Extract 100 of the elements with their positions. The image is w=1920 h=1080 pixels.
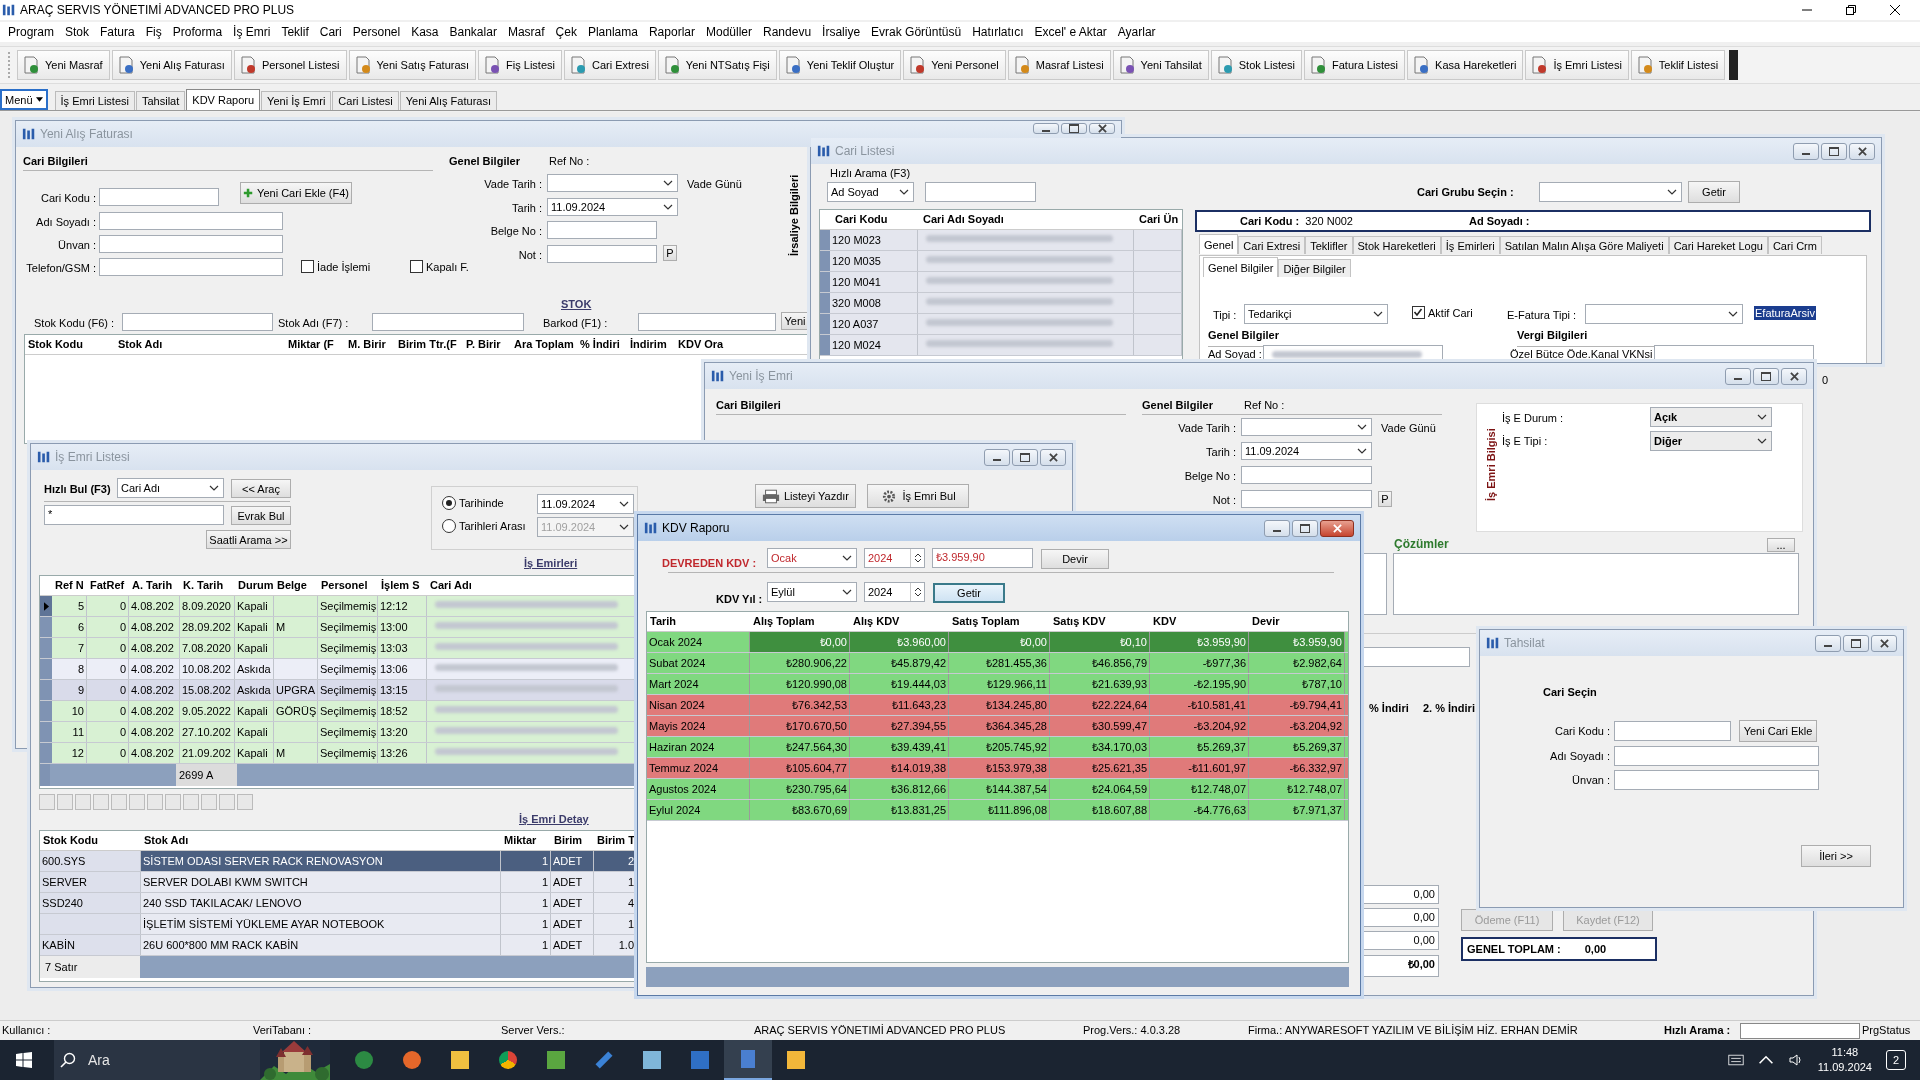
keyboard-icon[interactable]: [1727, 1053, 1744, 1067]
toolbar-button[interactable]: İş Emri Listesi: [1525, 50, 1629, 80]
column-header[interactable]: Ref N: [52, 576, 87, 595]
menu-item[interactable]: Raporlar: [644, 24, 702, 40]
button[interactable]: Evrak Bul: [231, 506, 291, 525]
minimize-button[interactable]: [1033, 123, 1059, 134]
menu-item[interactable]: Randevu: [759, 24, 819, 40]
restore-icon[interactable]: [1846, 5, 1856, 15]
close-button[interactable]: [1040, 448, 1066, 466]
dropdown[interactable]: [1585, 304, 1743, 324]
tab[interactable]: Cari Extresi: [1238, 236, 1306, 254]
spin-field[interactable]: 2024: [864, 582, 925, 602]
tab[interactable]: Tahsilat: [136, 91, 186, 110]
table-row[interactable]: 6 0 4.08.202 28.09.202 Kapali M Seçilmemiş 13:00: [40, 617, 637, 638]
input-field[interactable]: [1241, 466, 1372, 484]
column-header[interactable]: İndirim: [627, 335, 675, 354]
dropdown[interactable]: Açık: [1650, 407, 1772, 427]
checkbox[interactable]: Aktif Cari: [1412, 306, 1473, 319]
notification-badge[interactable]: 2: [1886, 1050, 1906, 1070]
input-field[interactable]: [99, 188, 219, 206]
navigator-button[interactable]: [201, 794, 217, 810]
column-header[interactable]: Stok Kodu: [25, 335, 115, 354]
table-row[interactable]: SERVER SERVER DOLABI KWM SWITCH 1 ADET 1: [40, 872, 637, 893]
column-header[interactable]: Cari Kodu: [832, 210, 920, 229]
button[interactable]: Getir: [1688, 181, 1740, 203]
dropdown[interactable]: 11.09.2024: [547, 198, 678, 216]
table-row[interactable]: Haziran 2024 ₺247.564,30 ₺39.439,41 ₺205.745,92 ₺34.170,03 ₺5.269,37 ₺5.269,37: [647, 737, 1348, 758]
minimize-button[interactable]: [1793, 142, 1819, 160]
spin-arrows-icon[interactable]: [913, 587, 922, 597]
table-row[interactable]: 11 0 4.08.202 27.10.202 Kapali Seçilmemiş 13:20: [40, 722, 637, 743]
column-header[interactable]: Satış Toplam: [949, 612, 1050, 631]
input-field[interactable]: [925, 182, 1036, 202]
close-button[interactable]: [1849, 142, 1875, 160]
tab[interactable]: Cari Hareket Logu: [1668, 236, 1768, 254]
menu-item[interactable]: Masraf: [503, 24, 552, 40]
speaker-icon[interactable]: [1787, 1053, 1804, 1067]
table-row[interactable]: 600.SYS SİSTEM ODASI SERVER RACK RENOVASYON 1 ADET 2: [40, 851, 637, 872]
navigator-button[interactable]: [57, 794, 73, 810]
dropdown[interactable]: [547, 174, 678, 192]
tab[interactable]: Genel Bilgiler: [1203, 257, 1279, 277]
toolbar-button[interactable]: Teklif Listesi: [1630, 50, 1726, 80]
toolbar-button[interactable]: Yeni NTSatış Fişi: [657, 50, 777, 80]
menu-item[interactable]: Fiş: [141, 24, 169, 40]
table-row[interactable]: 8 0 4.08.202 10.08.202 Askıda Seçilmemiş 13:06: [40, 659, 637, 680]
toolbar-button[interactable]: Yeni Personel: [903, 50, 1006, 80]
dropdown[interactable]: Diğer: [1650, 431, 1772, 451]
column-header[interactable]: KDV Ora: [675, 335, 727, 354]
spin-field[interactable]: 2024: [864, 548, 925, 568]
input-field[interactable]: [1614, 770, 1819, 790]
input-field[interactable]: [372, 313, 524, 331]
column-header[interactable]: Birim: [551, 831, 594, 850]
dropdown[interactable]: Ad Soyad: [827, 182, 914, 202]
column-header[interactable]: Birim Ttr.(F: [395, 335, 463, 354]
close-button[interactable]: [1089, 123, 1115, 134]
menu-item[interactable]: İş Emri: [229, 24, 278, 40]
dropdown[interactable]: Eylül: [767, 582, 857, 602]
menu-item[interactable]: Hatırlatıcı: [968, 24, 1031, 40]
table-row[interactable]: Eylul 2024 ₺83.670,69 ₺13.831,25 ₺111.896,08 ₺18.607,88 -₺4.776,63 ₺7.971,37: [647, 800, 1348, 821]
highlighted-text[interactable]: EfaturaArsiv: [1754, 306, 1816, 320]
toolbar-button[interactable]: Fiş Listesi: [478, 50, 562, 80]
maximize-button[interactable]: [1061, 123, 1087, 134]
clock[interactable]: 11:48 11.09.2024: [1817, 1045, 1872, 1075]
input-field[interactable]: [1393, 553, 1799, 615]
menu-item[interactable]: Fatura: [96, 24, 142, 40]
tab[interactable]: Stok Hareketleri: [1352, 236, 1441, 254]
menu-item[interactable]: Proforma: [168, 24, 230, 40]
close-button[interactable]: [1871, 634, 1897, 652]
close-button[interactable]: [1781, 367, 1807, 385]
toolbar-button[interactable]: Personel Listesi: [233, 50, 347, 80]
column-header[interactable]: Stok Adı: [115, 335, 285, 354]
table-row[interactable]: 9 0 4.08.202 15.08.202 Askıda UPGRA Seçilmemiş 13:15: [40, 680, 637, 701]
search-field[interactable]: [1740, 1023, 1860, 1039]
table-row[interactable]: Ocak 2024 ₺0,00 ₺3.960,00 ₺0,00 ₺0,10 ₺3.959,90 ₺3.959,90: [647, 632, 1348, 653]
column-header[interactable]: Devir: [1249, 612, 1345, 631]
column-header[interactable]: Belge: [274, 576, 318, 595]
button[interactable]: P: [1378, 491, 1392, 507]
add-button[interactable]: Yeni Cari Ekle (F4): [240, 182, 352, 204]
button[interactable]: ...: [1767, 538, 1795, 552]
navigator-button[interactable]: [219, 794, 235, 810]
column-header[interactable]: FatRef: [87, 576, 129, 595]
column-header[interactable]: P. Birir: [463, 335, 511, 354]
row-header[interactable]: [40, 596, 52, 616]
overflow-button[interactable]: [1729, 50, 1739, 80]
button[interactable]: Yeni: [781, 312, 809, 330]
toolbar-button[interactable]: Kasa Hareketleri: [1407, 50, 1524, 80]
input-field[interactable]: [99, 235, 283, 253]
menu-item[interactable]: Çek: [551, 24, 584, 40]
maximize-button[interactable]: [1012, 448, 1038, 466]
button[interactable]: P: [663, 245, 677, 261]
toolbar-button[interactable]: Yeni Tahsilat: [1112, 50, 1209, 80]
table-row[interactable]: SSD240 240 SSD TAKILACAK/ LENOVO 1 ADET 4: [40, 893, 637, 914]
minimize-button[interactable]: [1815, 634, 1841, 652]
windows-icon[interactable]: [16, 1052, 32, 1068]
table-row[interactable]: 10 0 4.08.202 9.05.2022 Kapali GÖRÜŞ Seçilmemiş 18:52: [40, 701, 637, 722]
input-field[interactable]: [1614, 746, 1819, 766]
maximize-button[interactable]: [1843, 634, 1869, 652]
column-header[interactable]: % İndiri: [577, 335, 627, 354]
navigator-button[interactable]: [237, 794, 253, 810]
tab[interactable]: Yeni İş Emri: [261, 91, 332, 110]
tab[interactable]: Yeni Alış Faturası: [399, 91, 497, 110]
